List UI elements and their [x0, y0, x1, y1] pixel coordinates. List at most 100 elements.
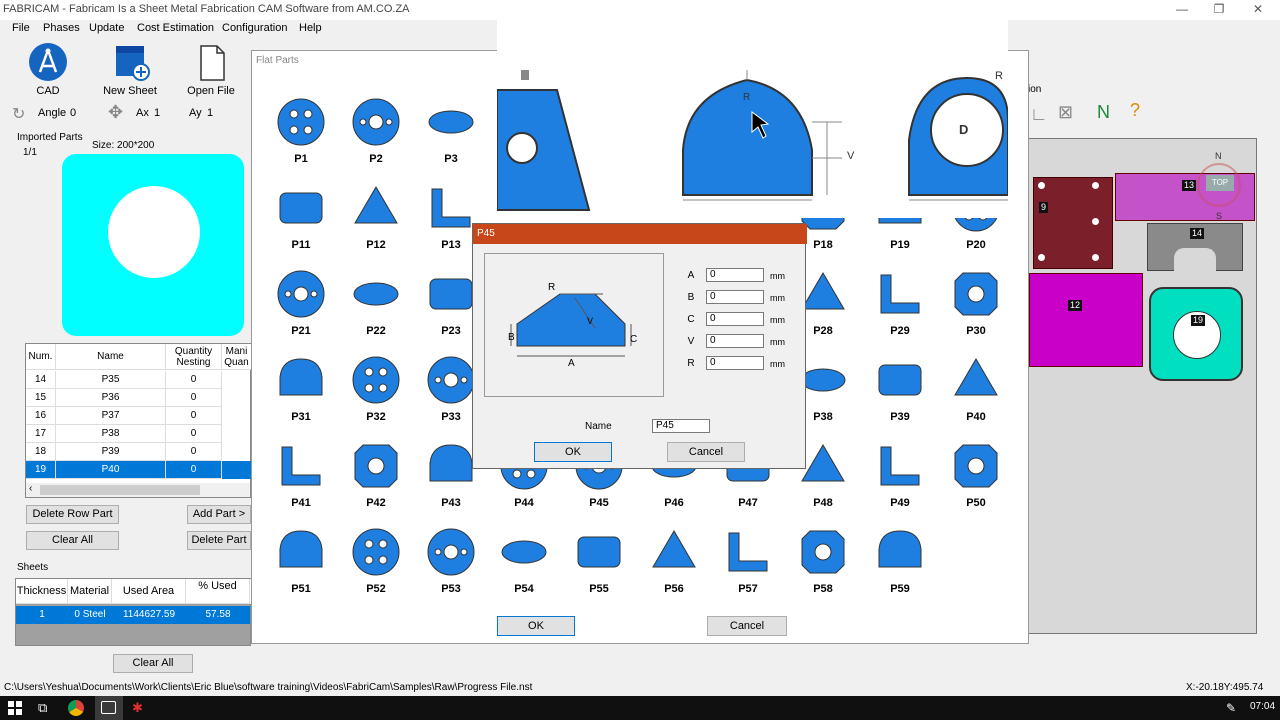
- part-tile-p22[interactable]: P22: [341, 263, 411, 343]
- part-tile-p52[interactable]: P52: [341, 521, 411, 601]
- field-c-input[interactable]: 0: [706, 312, 764, 326]
- rotate-icon[interactable]: ↻: [12, 104, 25, 124]
- dialog-ok-button[interactable]: OK: [534, 442, 612, 462]
- angle-input[interactable]: 0: [70, 107, 76, 119]
- part-label: P58: [813, 583, 833, 595]
- part-tile-p54[interactable]: P54: [489, 521, 559, 601]
- part-tile-p29[interactable]: P29: [865, 263, 935, 343]
- chrome-icon[interactable]: [68, 700, 84, 716]
- part-tile-p32[interactable]: P32: [341, 349, 411, 429]
- table-row-selected[interactable]: 19 P40 0: [26, 461, 252, 479]
- field-a-input[interactable]: 0: [706, 268, 764, 282]
- header-manual[interactable]: Mani Quan: [222, 344, 252, 370]
- delete-tool-icon[interactable]: ⊠: [1058, 102, 1073, 123]
- maximize-button[interactable]: ❐: [1205, 2, 1233, 18]
- table-row[interactable]: 15 P36 0: [26, 389, 252, 407]
- pen-icon[interactable]: ✎: [1226, 701, 1236, 715]
- field-v-input[interactable]: 0: [706, 334, 764, 348]
- part-tile-p50[interactable]: P50: [941, 435, 1011, 515]
- move-icon[interactable]: ✥: [108, 102, 123, 123]
- header-percent-used[interactable]: % Used: [186, 579, 250, 604]
- part-tile-p3[interactable]: P3: [416, 91, 486, 171]
- part-tile-p53[interactable]: P53: [416, 521, 486, 601]
- name-input[interactable]: P45: [652, 419, 710, 433]
- table-row[interactable]: 16 P37 0: [26, 407, 252, 425]
- part-tile-p42[interactable]: P42: [341, 435, 411, 515]
- menu-configuration[interactable]: Configuration: [222, 22, 287, 34]
- menu-file[interactable]: File: [12, 22, 30, 34]
- part-tile-p58[interactable]: P58: [788, 521, 858, 601]
- header-used-area[interactable]: Used Area: [112, 579, 186, 604]
- grid-tool-icon[interactable]: ∟: [1030, 104, 1048, 125]
- menu-phases[interactable]: Phases: [43, 22, 80, 34]
- close-button[interactable]: ✕: [1244, 2, 1272, 18]
- nest-part-9[interactable]: 9: [1033, 177, 1113, 269]
- sheet-row-selected[interactable]: 1 0 Steel 1144627.59 57.58: [16, 606, 250, 624]
- part-label: P57: [738, 583, 758, 595]
- menu-update[interactable]: Update: [89, 22, 124, 34]
- part-tile-p51[interactable]: P51: [266, 521, 336, 601]
- ax-input[interactable]: 1: [154, 107, 160, 119]
- pin-app-icon[interactable]: ✱: [132, 700, 143, 716]
- menu-cost-estimation[interactable]: Cost Estimation: [137, 22, 214, 34]
- table-row[interactable]: 18 P39 0: [26, 443, 252, 461]
- table-row[interactable]: 14 P35 0: [26, 371, 252, 389]
- part-tile-p1[interactable]: P1: [266, 91, 336, 171]
- minimize-button[interactable]: —: [1168, 2, 1196, 18]
- add-part-button[interactable]: Add Part >: [187, 505, 251, 524]
- dialog-title: P45: [477, 228, 495, 239]
- ay-input[interactable]: 1: [207, 107, 213, 119]
- field-b-input[interactable]: 0: [706, 290, 764, 304]
- trapezoid-shape: [510, 293, 632, 357]
- part-tile-p30[interactable]: P30: [941, 263, 1011, 343]
- part-tile-p31[interactable]: P31: [266, 349, 336, 429]
- cad-button[interactable]: CAD: [25, 42, 71, 97]
- part-tile-p11[interactable]: P11: [266, 177, 336, 257]
- dialog-cancel-button[interactable]: Cancel: [667, 442, 745, 462]
- clear-all-sheets-button[interactable]: Clear All: [113, 654, 193, 673]
- fabricam-task-icon[interactable]: [95, 696, 123, 720]
- header-thickness[interactable]: Thickness: [16, 579, 68, 604]
- menu-help[interactable]: Help: [299, 22, 322, 34]
- part-tile-p59[interactable]: P59: [865, 521, 935, 601]
- task-view-icon[interactable]: ⧉: [38, 700, 47, 716]
- part-tile-p57[interactable]: P57: [713, 521, 783, 601]
- new-sheet-button[interactable]: New Sheet: [103, 42, 157, 97]
- header-num[interactable]: Num.: [26, 344, 56, 370]
- view-compass[interactable]: N TOP S: [1191, 151, 1247, 221]
- header-quantity[interactable]: Quantity Nesting: [166, 344, 222, 370]
- help-tool-icon[interactable]: ?: [1130, 100, 1140, 121]
- table-row[interactable]: 17 P38 0: [26, 425, 252, 443]
- delete-part-button[interactable]: Delete Part: [187, 531, 251, 550]
- part-tile-p21[interactable]: P21: [266, 263, 336, 343]
- header-material[interactable]: Material: [68, 579, 112, 604]
- part-tile-p39[interactable]: P39: [865, 349, 935, 429]
- field-r-input[interactable]: 0: [706, 356, 764, 370]
- windows-start-icon[interactable]: [8, 701, 22, 715]
- part-tile-p55[interactable]: P55: [564, 521, 634, 601]
- flat-cancel-button[interactable]: Cancel: [707, 616, 787, 636]
- nest-part-12[interactable]: 12: [1029, 273, 1143, 367]
- flat-ok-button[interactable]: OK: [497, 616, 575, 636]
- part-label: P59: [890, 583, 910, 595]
- header-name[interactable]: Name: [56, 344, 166, 370]
- compass-top[interactable]: TOP: [1206, 175, 1234, 191]
- scroll-left-icon[interactable]: ‹: [29, 483, 32, 494]
- mirror-tool-icon[interactable]: N: [1097, 102, 1110, 123]
- part-label: P39: [890, 411, 910, 423]
- part-tile-p40[interactable]: P40: [941, 349, 1011, 429]
- nest-canvas[interactable]: 9 13 14 12 19 N TOP S: [1028, 138, 1257, 634]
- part-tile-p2[interactable]: P2: [341, 91, 411, 171]
- open-file-button[interactable]: Open File: [187, 42, 235, 97]
- clear-all-parts-button[interactable]: Clear All: [26, 531, 119, 550]
- nest-part-14[interactable]: 14: [1147, 223, 1243, 272]
- part-tile-p12[interactable]: P12: [341, 177, 411, 257]
- part-tile-p41[interactable]: P41: [266, 435, 336, 515]
- horizontal-scrollbar[interactable]: ‹: [26, 483, 250, 497]
- part-tile-p49[interactable]: P49: [865, 435, 935, 515]
- delete-row-part-button[interactable]: Delete Row Part: [26, 505, 119, 524]
- row-name: P35: [56, 371, 166, 389]
- nest-part-19[interactable]: 19: [1149, 287, 1243, 381]
- part-tile-p56[interactable]: P56: [639, 521, 709, 601]
- scroll-thumb[interactable]: [40, 485, 200, 495]
